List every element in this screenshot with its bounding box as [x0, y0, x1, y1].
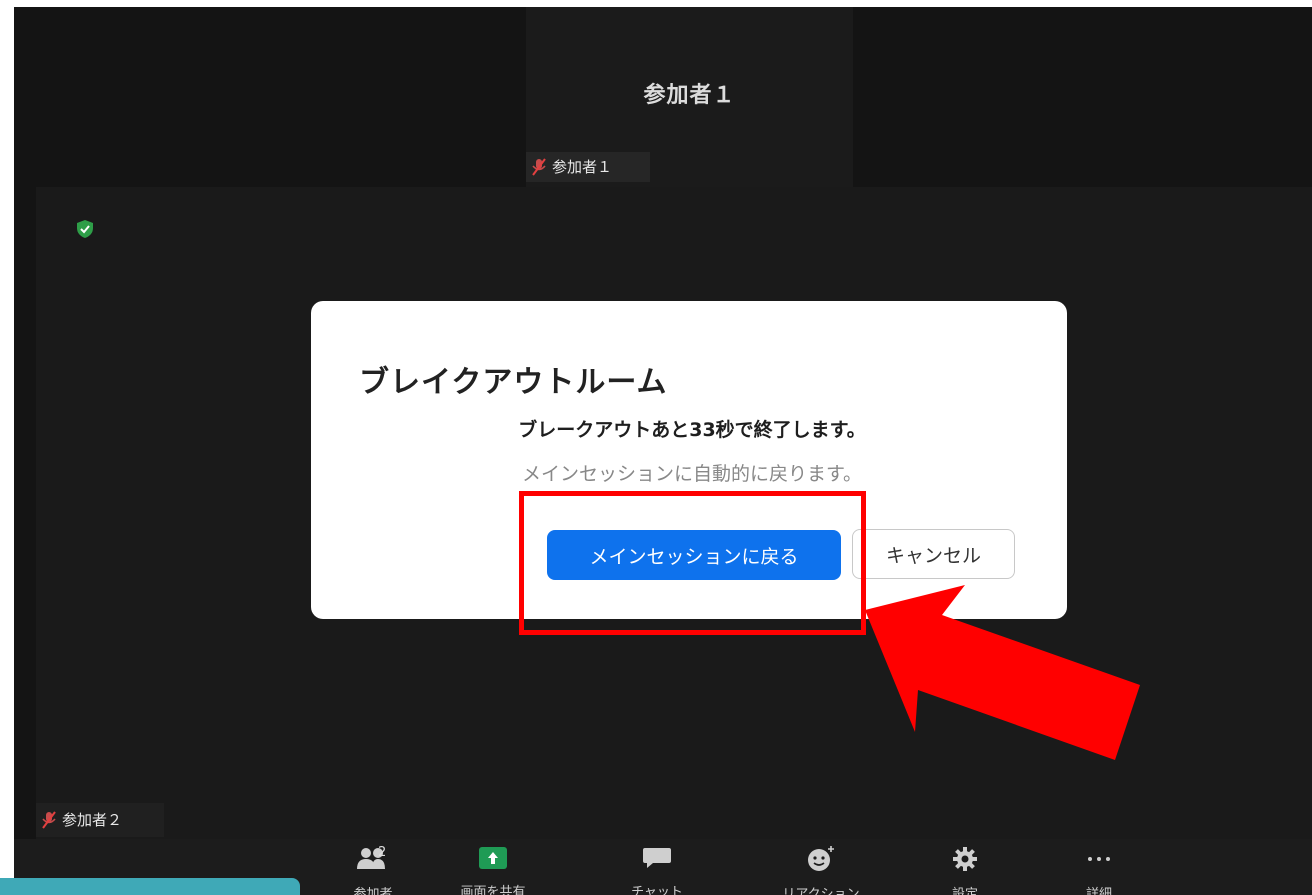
share-screen-icon [479, 847, 507, 869]
muted-mic-icon [532, 158, 546, 176]
more-icon [1088, 857, 1110, 861]
toolbar-chat[interactable]: チャット [602, 845, 712, 895]
annotation-highlight-box [519, 491, 866, 635]
gear-icon [953, 847, 977, 871]
cancel-button[interactable]: キャンセル [852, 529, 1015, 579]
toolbar-participants-label: 参加者 [353, 887, 393, 895]
participant1-display-name: 参加者１ [643, 83, 736, 108]
annotation-arrow [865, 585, 1140, 760]
participant1-name-tag: 参加者１ [526, 152, 650, 182]
toolbar-settings[interactable]: 設定 [910, 845, 1020, 895]
dialog-message: ブレークアウトあと33秒で終了します。 [518, 419, 866, 441]
dialog-submessage: メインセッションに自動的に戻ります。 [521, 463, 863, 485]
toolbar-share-screen[interactable]: 画面を共有 [438, 845, 548, 895]
toolbar-more[interactable]: 詳細 [1044, 845, 1154, 895]
security-shield-icon [77, 220, 93, 238]
toolbar-reactions-label: リアクション [782, 887, 860, 895]
taskbar-highlight [0, 878, 300, 895]
chat-icon [643, 848, 671, 868]
toolbar-more-label: 詳細 [1085, 887, 1112, 895]
toolbar-reactions[interactable]: リアクション [766, 845, 876, 895]
toolbar-share-label: 画面を共有 [460, 885, 526, 895]
participant2-name-tag: 参加者２ [36, 803, 164, 837]
participant2-tag-label: 参加者２ [62, 811, 123, 829]
participant1-tag-label: 参加者１ [552, 158, 613, 176]
muted-mic-icon [42, 811, 56, 829]
toolbar-settings-label: 設定 [951, 887, 978, 895]
dialog-title: ブレイクアウトルーム [359, 365, 668, 400]
toolbar-chat-label: チャット [631, 885, 683, 895]
reactions-icon [808, 846, 834, 871]
toolbar-participants[interactable]: 2 参加者 [318, 845, 428, 895]
participants-count-badge: 2 [378, 845, 387, 860]
